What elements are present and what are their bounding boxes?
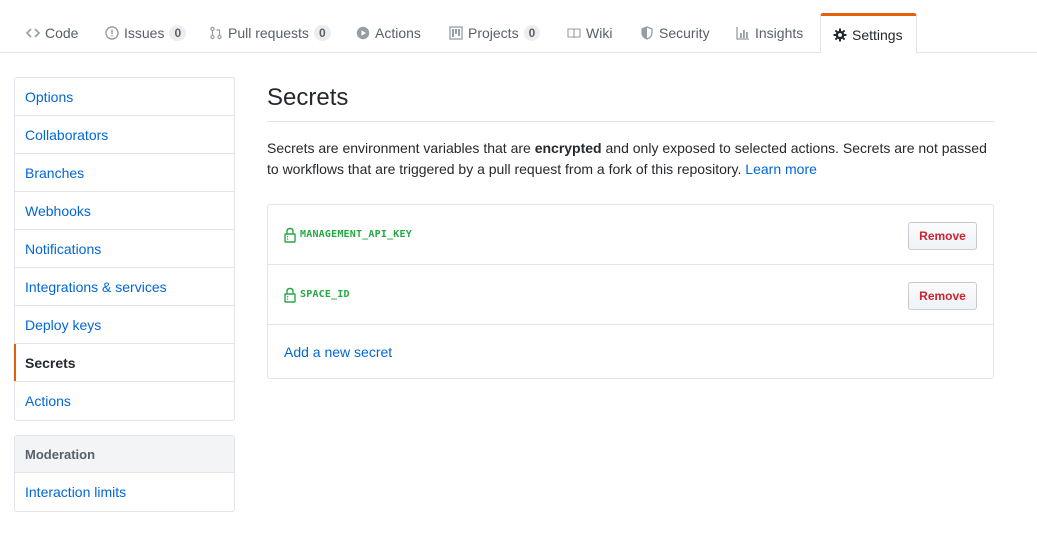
tab-actions-label: Actions <box>375 25 421 41</box>
gear-icon <box>833 28 847 42</box>
menu-item-secrets[interactable]: Secrets <box>14 344 234 382</box>
lock-icon <box>284 287 296 303</box>
desc-text-1: Secrets are environment variables that a… <box>267 140 535 156</box>
secret-row: MANAGEMENT_API_KEY Remove <box>268 205 993 265</box>
tab-issues-label: Issues <box>124 25 165 41</box>
menu-item-deploy-keys[interactable]: Deploy keys <box>15 306 234 344</box>
tab-code[interactable]: Code <box>16 13 88 53</box>
tab-insights[interactable]: Insights <box>726 13 813 53</box>
moderation-heading: Moderation <box>15 436 234 473</box>
moderation-menu: Moderation Interaction limits <box>14 435 235 512</box>
pull-requests-counter: 0 <box>313 25 331 41</box>
code-icon <box>26 26 40 40</box>
main-content: Secrets Secrets are environment variable… <box>267 77 994 180</box>
menu-item-notifications[interactable]: Notifications <box>15 230 234 268</box>
tab-projects-label: Projects <box>468 25 519 41</box>
tab-pull-requests[interactable]: Pull requests 0 <box>199 13 341 53</box>
menu-item-options[interactable]: Options <box>15 78 234 116</box>
shield-icon <box>640 26 654 40</box>
tab-code-label: Code <box>45 25 79 41</box>
tab-security-label: Security <box>659 25 710 41</box>
tab-insights-label: Insights <box>755 25 804 41</box>
menu-item-interaction-limits[interactable]: Interaction limits <box>15 473 234 511</box>
desc-bold: encrypted <box>534 140 602 156</box>
graph-icon <box>736 26 750 40</box>
menu-item-actions[interactable]: Actions <box>15 382 234 420</box>
play-icon <box>356 26 370 40</box>
issues-counter: 0 <box>169 25 187 41</box>
book-icon <box>567 26 581 40</box>
add-secret-row: Add a new secret <box>268 325 993 378</box>
secrets-list: MANAGEMENT_API_KEY Remove SPACE_ID Remov… <box>267 204 994 379</box>
remove-secret-button[interactable]: Remove <box>908 282 977 310</box>
menu-item-branches[interactable]: Branches <box>15 154 234 192</box>
page-title: Secrets <box>267 77 994 122</box>
tab-actions[interactable]: Actions <box>346 13 431 53</box>
pull-request-icon <box>209 26 223 40</box>
menu-item-integrations[interactable]: Integrations & services <box>15 268 234 306</box>
remove-secret-button[interactable]: Remove <box>908 222 977 250</box>
menu-item-collaborators[interactable]: Collaborators <box>15 116 234 154</box>
tab-security[interactable]: Security <box>630 13 720 53</box>
lock-icon <box>284 227 296 243</box>
secret-name: MANAGEMENT_API_KEY <box>300 229 412 240</box>
secret-row: SPACE_ID Remove <box>268 265 993 325</box>
tab-wiki-label: Wiki <box>586 25 613 41</box>
tab-settings[interactable]: Settings <box>820 13 917 54</box>
tab-wiki[interactable]: Wiki <box>557 13 622 53</box>
learn-more-link[interactable]: Learn more <box>745 161 817 177</box>
tab-projects[interactable]: Projects 0 <box>439 13 550 53</box>
secret-name: SPACE_ID <box>300 289 350 300</box>
repo-nav-tabs: Code Issues 0 Pull requests 0 Actions Pr… <box>0 0 1037 54</box>
settings-menu: Options Collaborators Branches Webhooks … <box>14 77 235 421</box>
secrets-description: Secrets are environment variables that a… <box>267 138 994 180</box>
menu-item-webhooks[interactable]: Webhooks <box>15 192 234 230</box>
tab-settings-label: Settings <box>852 26 903 43</box>
project-icon <box>449 26 463 40</box>
tab-issues[interactable]: Issues 0 <box>95 13 196 53</box>
projects-counter: 0 <box>523 25 541 41</box>
add-new-secret-link[interactable]: Add a new secret <box>284 344 392 360</box>
issue-icon <box>105 26 119 40</box>
tab-pull-requests-label: Pull requests <box>228 25 309 41</box>
